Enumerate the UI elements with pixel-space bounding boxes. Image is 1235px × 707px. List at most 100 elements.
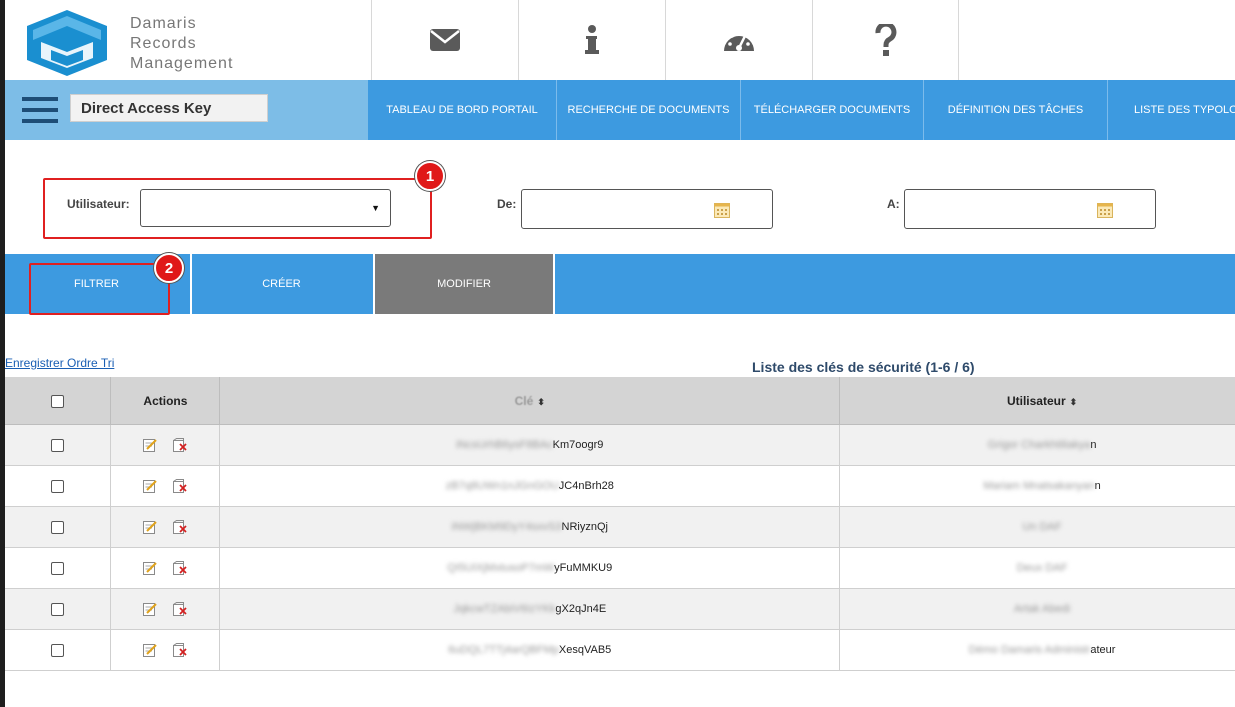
info-icon	[585, 25, 599, 54]
table-row[interactable]: 6uDQL7TTj4arQBFMpXesqVAB5 Démo Damaris Ad…	[5, 629, 1235, 671]
keys-table: Actions Clé ⬍ Utilisateur ⬍ iNcsUrhB6ysF8B…	[5, 377, 1235, 671]
calendar-icon[interactable]	[714, 202, 730, 218]
user-visible: ateur	[1090, 644, 1116, 656]
annotation-badge-1: 1	[415, 161, 445, 191]
user-cell: Démo Damaris Administrateur	[839, 629, 1235, 671]
row-select-cell	[5, 465, 112, 507]
key-redacted: JqkcwTZAbiV6IzYKk	[453, 603, 556, 615]
edit-icon[interactable]	[143, 438, 158, 452]
user-redacted: Deux DAF	[1016, 562, 1068, 574]
to-date-label: A:	[887, 197, 900, 211]
key-header-label: Clé	[514, 393, 534, 408]
row-select-cell	[5, 424, 112, 466]
delete-icon[interactable]	[173, 561, 188, 575]
from-date-label: De:	[497, 197, 517, 211]
delete-icon[interactable]	[173, 438, 188, 452]
row-select-cell	[5, 588, 112, 630]
row-checkbox[interactable]	[51, 520, 65, 534]
delete-icon[interactable]	[173, 479, 188, 493]
row-checkbox[interactable]	[51, 438, 65, 452]
key-redacted: zB7q8UWn1nJGnGOU	[445, 480, 559, 492]
key-redacted: iNWjBKM9DyY4sxvS3	[451, 521, 562, 533]
header: Damaris Records Management	[5, 0, 1235, 80]
brand-line-3: Management	[130, 55, 234, 72]
select-all-checkbox[interactable]	[51, 394, 65, 408]
annotation-box-1	[43, 178, 432, 239]
user-redacted: Un DAF	[1022, 521, 1062, 533]
row-actions-cell	[110, 506, 221, 548]
delete-icon[interactable]	[173, 643, 188, 657]
sort-icon: ⬍	[1069, 396, 1078, 407]
hamburger-menu-icon[interactable]	[22, 97, 58, 123]
user-cell: Mariam Mnatsakanyann	[839, 465, 1235, 507]
key-visible: yFuMMKU9	[554, 562, 613, 574]
table-row[interactable]: JqkcwTZAbiV6IzYKkgX2qJn4E Artak Abedi	[5, 588, 1235, 630]
edit-icon[interactable]	[143, 561, 158, 575]
user-cell: Un DAF	[839, 506, 1235, 548]
row-select-cell	[5, 629, 112, 671]
nav-item-recherche-documents[interactable]: RECHERCHE DE DOCUMENTS	[556, 80, 740, 140]
row-checkbox[interactable]	[51, 602, 65, 616]
nav-item-liste-typologies[interactable]: LISTE DES TYPOLO	[1107, 80, 1235, 140]
key-visible: NRiyznQj	[561, 521, 608, 533]
user-cell: Deux DAF	[839, 547, 1235, 589]
nav-item-definition-taches[interactable]: DÉFINITION DES TÂCHES	[923, 80, 1107, 140]
nav-left-panel: Direct Access Key	[5, 80, 368, 140]
edit-icon[interactable]	[143, 520, 158, 534]
mail-button[interactable]	[371, 0, 518, 80]
help-icon	[875, 24, 897, 56]
row-checkbox[interactable]	[51, 479, 65, 493]
modify-button[interactable]: MODIFIER	[373, 254, 555, 314]
table-caption: Liste des clés de sécurité (1-6 / 6)	[752, 359, 975, 375]
create-button[interactable]: CRÉER	[190, 254, 371, 314]
select-all-header	[5, 377, 112, 425]
calendar-icon[interactable]	[1097, 202, 1113, 218]
nav-item-tableau-de-bord[interactable]: TABLEAU DE BORD PORTAIL	[368, 80, 556, 140]
info-button[interactable]	[518, 0, 665, 80]
save-sort-order-link[interactable]: Enregistrer Ordre Tri	[5, 356, 114, 370]
header-divider	[958, 0, 959, 80]
row-checkbox[interactable]	[51, 643, 65, 657]
table-row[interactable]: iNWjBKM9DyY4sxvS3NRiyznQj Un DAF	[5, 506, 1235, 548]
dashboard-button[interactable]	[665, 0, 812, 80]
edit-icon[interactable]	[143, 602, 158, 616]
edit-icon[interactable]	[143, 479, 158, 493]
row-actions-cell	[110, 629, 221, 671]
row-actions-cell	[110, 588, 221, 630]
user-cell: Artak Abedi	[839, 588, 1235, 630]
from-date-input[interactable]	[521, 189, 773, 229]
user-redacted: Démo Damaris Administr	[968, 644, 1091, 656]
key-redacted: 6uDQL7TTj4arQBFMp	[448, 644, 559, 656]
row-actions-cell	[110, 424, 221, 466]
user-redacted: Grigor Charkhtiliakya	[987, 439, 1091, 451]
user-header[interactable]: Utilisateur ⬍	[839, 377, 1235, 425]
row-checkbox[interactable]	[51, 561, 65, 575]
table-header-row: Actions Clé ⬍ Utilisateur ⬍	[5, 377, 1235, 425]
user-redacted: Mariam Mnatsakanyan	[983, 480, 1095, 492]
key-visible: JC4nBrh28	[558, 480, 614, 492]
page-title: Direct Access Key	[70, 94, 268, 122]
user-visible: n	[1094, 480, 1101, 492]
mail-icon	[430, 29, 460, 51]
row-select-cell	[5, 506, 112, 548]
edit-icon[interactable]	[143, 643, 158, 657]
delete-icon[interactable]	[173, 602, 188, 616]
user-redacted: Artak Abedi	[1013, 603, 1071, 615]
nav-item-telecharger-documents[interactable]: TÉLÉCHARGER DOCUMENTS	[740, 80, 923, 140]
to-date-input[interactable]	[904, 189, 1156, 229]
user-cell: Grigor Charkhtiliakyan	[839, 424, 1235, 466]
row-select-cell	[5, 547, 112, 589]
key-visible: gX2qJn4E	[555, 603, 607, 615]
table-row[interactable]: iNcsUrhB6ysF8BAcKm7oogr9 Grigor Charkhtil…	[5, 424, 1235, 466]
delete-icon[interactable]	[173, 520, 188, 534]
brand-line-1: Damaris	[130, 15, 197, 32]
key-header[interactable]: Clé ⬍	[219, 377, 841, 425]
action-bar: FILTRER CRÉER MODIFIER	[5, 254, 1235, 314]
key-redacted: iNcsUrhB6ysF8BAc	[456, 439, 553, 451]
help-button[interactable]	[812, 0, 959, 80]
key-cell: 6uDQL7TTj4arQBFMpXesqVAB5	[219, 629, 841, 671]
table-row[interactable]: zB7q8UWn1nJGnGOUJC4nBrh28 Mariam Mnatsaka…	[5, 465, 1235, 507]
table-row[interactable]: QI5UIXjMxtusoP7mWyFuMMKU9 Deux DAF	[5, 547, 1235, 589]
brand-name: Damaris Records Management	[130, 14, 233, 74]
key-cell: JqkcwTZAbiV6IzYKkgX2qJn4E	[219, 588, 841, 630]
